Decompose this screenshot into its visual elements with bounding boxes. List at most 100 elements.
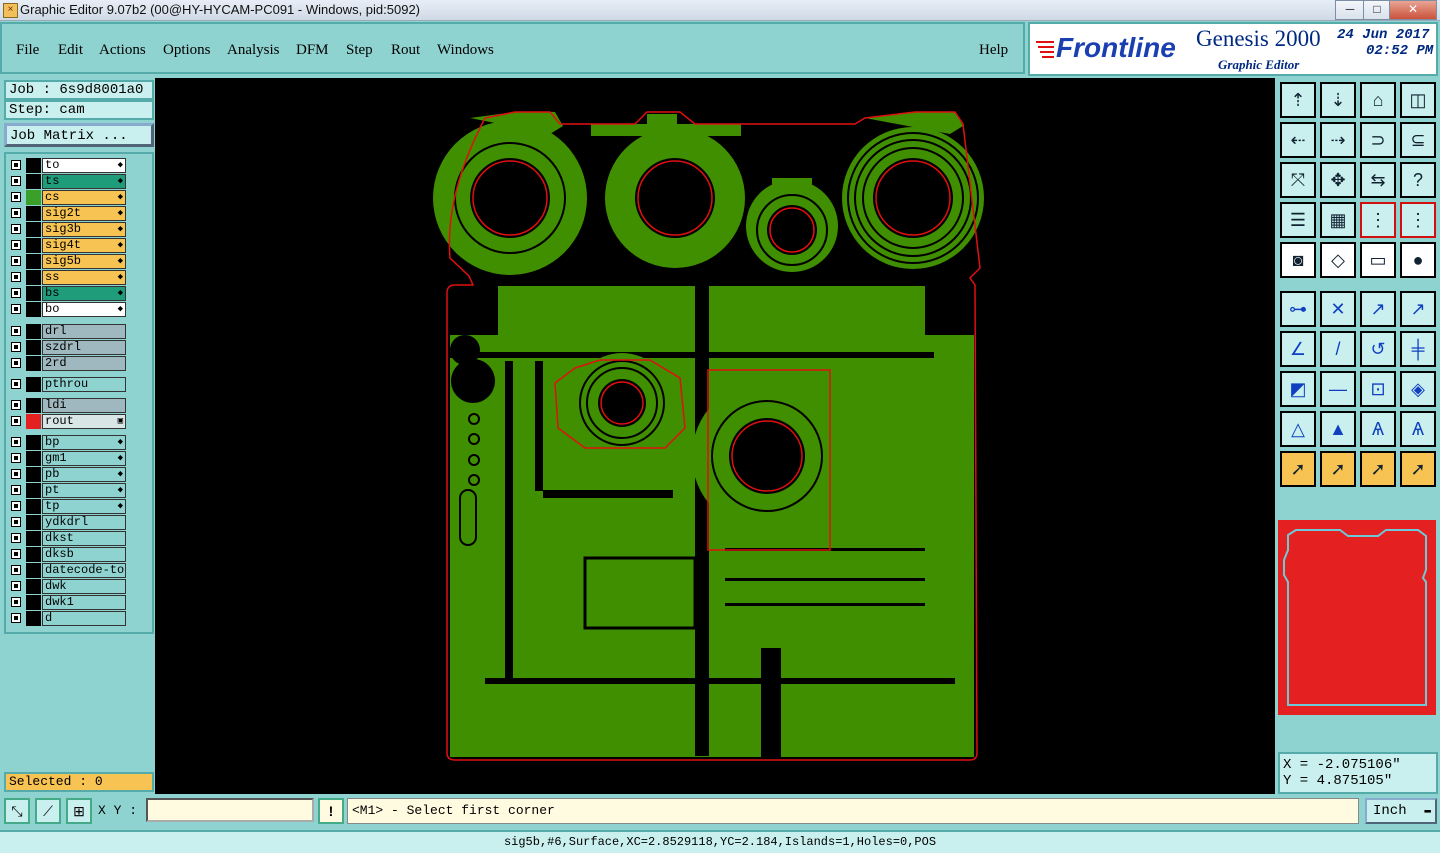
layer-name[interactable]: pt ◆: [42, 483, 126, 498]
layer-checkbox[interactable]: [11, 358, 21, 368]
dot-icon[interactable]: ●: [1400, 242, 1436, 278]
layer-checkbox[interactable]: [11, 272, 21, 282]
layer-checkbox[interactable]: [11, 485, 21, 495]
layer-color-swatch[interactable]: [26, 467, 41, 482]
layer-checkbox[interactable]: [11, 160, 21, 170]
home-icon[interactable]: ⌂: [1360, 82, 1396, 118]
layer-color-swatch[interactable]: [26, 595, 41, 610]
scale-1-2-icon[interactable]: ⇆: [1360, 162, 1396, 198]
slash-icon[interactable]: /: [1320, 331, 1356, 367]
layer-name[interactable]: ydkdrl: [42, 515, 126, 530]
layer-color-swatch[interactable]: [26, 377, 41, 392]
move-down-icon[interactable]: ⇣: [1320, 82, 1356, 118]
xy-input[interactable]: [146, 798, 314, 822]
pointer-route-icon[interactable]: ➚: [1400, 451, 1436, 487]
shapes-icon[interactable]: ◈: [1400, 371, 1436, 407]
layer-checkbox[interactable]: [11, 192, 21, 202]
layer-checkbox[interactable]: [11, 469, 21, 479]
layer-color-swatch[interactable]: [26, 579, 41, 594]
layer-row-datecode-to[interactable]: datecode-to: [9, 563, 127, 578]
ruler-icon[interactable]: ▭: [1360, 242, 1396, 278]
layer-name[interactable]: cs ◆: [42, 190, 126, 205]
layer-row-2rd[interactable]: 2rd: [9, 356, 127, 371]
layer-color-swatch[interactable]: [26, 174, 41, 189]
layer-checkbox[interactable]: [11, 453, 21, 463]
triangle-up-icon[interactable]: ▲: [1320, 411, 1356, 447]
layer-color-swatch[interactable]: [26, 547, 41, 562]
layer-name[interactable]: ts ◆: [42, 174, 126, 189]
layer-name[interactable]: szdrl: [42, 340, 126, 355]
align-icon[interactable]: ╪: [1400, 331, 1436, 367]
layer-name[interactable]: rout ▣: [42, 414, 126, 429]
layer-checkbox[interactable]: [11, 176, 21, 186]
layer-checkbox[interactable]: [11, 240, 21, 250]
layer-name[interactable]: drl: [42, 324, 126, 339]
layer-name[interactable]: bp ◆: [42, 435, 126, 450]
menu-dfm[interactable]: DFM: [296, 42, 329, 59]
help-icon[interactable]: ?: [1400, 162, 1436, 198]
layer-name[interactable]: datecode-to: [42, 563, 126, 578]
layer-color-swatch[interactable]: [26, 499, 41, 514]
layer-color-swatch[interactable]: [26, 356, 41, 371]
layer-checkbox[interactable]: [11, 501, 21, 511]
layer-row-dwk1[interactable]: dwk1: [9, 595, 127, 610]
layer-color-swatch[interactable]: [26, 340, 41, 355]
menu-help[interactable]: Help: [979, 42, 1008, 59]
menu-file[interactable]: File: [16, 42, 39, 59]
connect-icon[interactable]: ⊶: [1280, 291, 1316, 327]
layer-color-swatch[interactable]: [26, 222, 41, 237]
layer-checkbox[interactable]: [11, 208, 21, 218]
window-split-icon[interactable]: ◫: [1400, 82, 1436, 118]
layer-checkbox[interactable]: [11, 304, 21, 314]
swap-icon[interactable]: ⊆: [1400, 122, 1436, 158]
pointer-icon[interactable]: ➚: [1280, 451, 1316, 487]
menu-rout[interactable]: Rout: [391, 42, 420, 59]
expand-icon[interactable]: ⊡: [1360, 371, 1396, 407]
layer-row-to[interactable]: to ◆: [9, 158, 127, 173]
layer-name[interactable]: ss ◆: [42, 270, 126, 285]
layer-color-swatch[interactable]: [26, 254, 41, 269]
layer-checkbox[interactable]: [11, 416, 21, 426]
layer-row-sig3b[interactable]: sig3b ◆: [9, 222, 127, 237]
layer-row-sig5b[interactable]: sig5b ◆: [9, 254, 127, 269]
layer-row-dwk[interactable]: dwk: [9, 579, 127, 594]
move-left-icon[interactable]: ⇠: [1280, 122, 1316, 158]
layer-checkbox[interactable]: [11, 400, 21, 410]
triangle-icon[interactable]: △: [1280, 411, 1316, 447]
close-button[interactable]: ✕: [1389, 0, 1437, 20]
layer-name[interactable]: dkst: [42, 531, 126, 546]
arch-cross-icon[interactable]: Ѧ: [1400, 411, 1436, 447]
job-matrix-button[interactable]: Job Matrix ...: [4, 123, 154, 147]
layer-color-swatch[interactable]: [26, 190, 41, 205]
layer-color-swatch[interactable]: [26, 483, 41, 498]
fit-icon[interactable]: ⤧: [1280, 162, 1316, 198]
units-dropdown[interactable]: Inch ▬: [1365, 798, 1437, 824]
layer-name[interactable]: ldi: [42, 398, 126, 413]
layer-row-tp[interactable]: tp ◆: [9, 499, 127, 514]
layer-row-d[interactable]: d: [9, 611, 127, 626]
layer-checkbox[interactable]: [11, 288, 21, 298]
layer-name[interactable]: dwk1: [42, 595, 126, 610]
menu-step[interactable]: Step: [346, 42, 373, 59]
snap-icon[interactable]: ⟋: [35, 798, 61, 824]
layer-row-pb[interactable]: pb ◆: [9, 467, 127, 482]
layer-name[interactable]: tp ◆: [42, 499, 126, 514]
move-up-icon[interactable]: ⇡: [1280, 82, 1316, 118]
layer-color-swatch[interactable]: [26, 286, 41, 301]
pcb-drawing[interactable]: [155, 78, 1275, 794]
layer-color-swatch[interactable]: [26, 414, 41, 429]
layer-row-ts[interactable]: ts ◆: [9, 174, 127, 189]
minimize-button[interactable]: ─: [1335, 0, 1365, 20]
center-icon[interactable]: ✥: [1320, 162, 1356, 198]
layer-row-sig2t[interactable]: sig2t ◆: [9, 206, 127, 221]
route-icon-a[interactable]: ⋮: [1360, 202, 1396, 238]
arrow-red-icon[interactable]: ↗: [1360, 291, 1396, 327]
layer-name[interactable]: bs ◆: [42, 286, 126, 301]
layer-checkbox[interactable]: [11, 533, 21, 543]
layer-color-swatch[interactable]: [26, 238, 41, 253]
layer-color-swatch[interactable]: [26, 611, 41, 626]
layer-settings-icon[interactable]: ☰: [1280, 202, 1316, 238]
select-pointer-icon[interactable]: ➚: [1320, 451, 1356, 487]
layer-checkbox[interactable]: [11, 256, 21, 266]
layer-color-swatch[interactable]: [26, 451, 41, 466]
